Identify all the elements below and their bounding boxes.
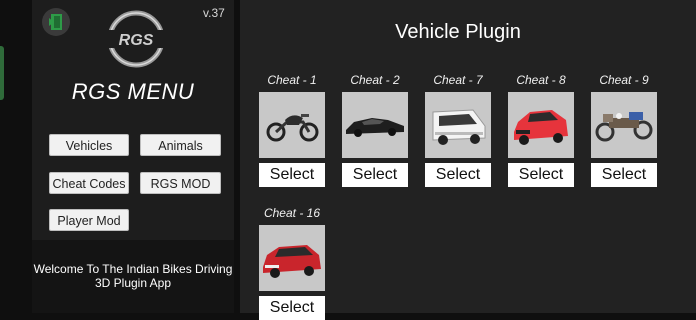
select-button[interactable]: Select [591,163,657,187]
hatchback-car-icon [514,110,568,145]
van-icon [432,109,486,145]
sports-car-icon [346,118,404,137]
suv-icon [263,245,321,278]
edge-pull-tab[interactable] [0,46,4,100]
select-button[interactable]: Select [425,163,491,187]
rgs-mod-button[interactable]: RGS MOD [140,172,221,194]
cheat-codes-button[interactable]: Cheat Codes [49,172,129,194]
vehicle-thumbnail[interactable] [259,225,325,291]
page-title: Vehicle Plugin [395,21,521,43]
vehicle-thumbnail[interactable] [591,92,657,158]
motorcycle-icon [266,114,319,142]
exit-door-icon [49,14,62,30]
exit-button[interactable] [42,8,70,36]
card-title: Cheat - 7 [433,73,483,87]
logo-text: RGS [119,32,154,49]
vehicle-thumbnail[interactable] [508,92,574,158]
welcome-message: Welcome To The Indian Bikes Driving 3D P… [33,262,233,290]
vehicle-thumbnail[interactable] [342,92,408,158]
select-button[interactable]: Select [342,163,408,187]
select-button[interactable]: Select [508,163,574,187]
card-title: Cheat - 8 [516,73,566,87]
player-mod-button[interactable]: Player Mod [49,209,129,231]
select-button[interactable]: Select [259,163,325,187]
atv-icon [595,112,653,142]
card-title: Cheat - 2 [350,73,400,87]
vehicle-thumbnail[interactable] [259,92,325,158]
menu-title: RGS MENU [71,79,195,104]
version-label: v.37 [203,6,225,20]
select-button[interactable]: Select [259,296,325,320]
card-title: Cheat - 1 [267,73,317,87]
card-title: Cheat - 16 [263,206,321,220]
rgs-logo: RGS [104,8,168,70]
animals-button[interactable]: Animals [140,134,221,156]
vehicles-button[interactable]: Vehicles [49,134,129,156]
card-title: Cheat - 9 [599,73,649,87]
vehicle-thumbnail[interactable] [425,92,491,158]
